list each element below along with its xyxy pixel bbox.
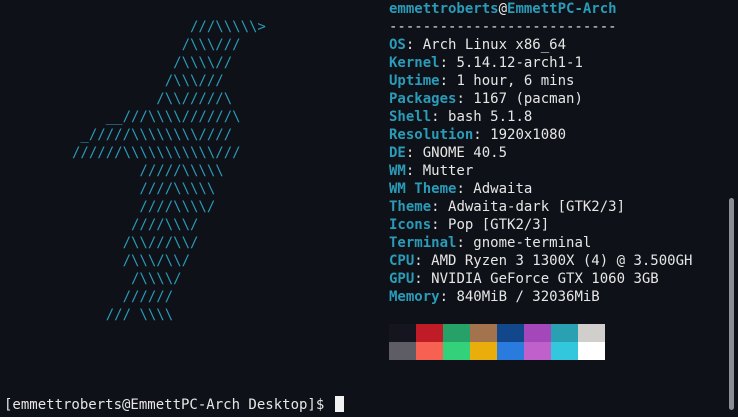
info-colon: : [456, 91, 474, 107]
info-key: Resolution [389, 127, 474, 143]
color-swatch-normal-6 [551, 324, 578, 342]
info-key: OS [389, 37, 406, 53]
info-row-resolution: Resolution: 1920x1080 [389, 126, 692, 144]
info-row-cpu: CPU: AMD Ryzen 3 1300X (4) @ 3.500GH [389, 252, 692, 270]
info-value: Pop [GTK2/3] [448, 217, 550, 233]
info-row-packages: Packages: 1167 (pacman) [389, 90, 692, 108]
info-key: Terminal [389, 235, 457, 251]
at-sign: @ [498, 1, 508, 17]
info-row-theme: Theme: Adwaita-dark [GTK2/3] [389, 198, 692, 216]
info-row-wm: WM: Mutter [389, 162, 692, 180]
info-colon: : [439, 73, 457, 89]
info-colon: : [473, 127, 491, 143]
color-swatch-bright-6 [551, 342, 578, 360]
info-colon: : [414, 253, 432, 269]
color-swatch-normal-2 [443, 324, 470, 342]
info-key: Packages [389, 91, 457, 107]
color-swatch-normal-1 [416, 324, 443, 342]
info-row-wm-theme: WM Theme: Adwaita [389, 180, 692, 198]
info-key: Uptime [389, 73, 440, 89]
info-row-de: DE: GNOME 40.5 [389, 144, 692, 162]
info-colon: : [414, 271, 432, 287]
info-colon: : [456, 235, 474, 251]
info-value: NVIDIA GeForce GTX 1060 3GB [431, 271, 659, 287]
color-swatch-bright-3 [470, 342, 497, 360]
info-value: 5.14.12-arch1-1 [456, 55, 583, 71]
color-swatch-bright-1 [416, 342, 443, 360]
info-value: gnome-terminal [473, 235, 592, 251]
shell-prompt-line[interactable]: [emmettroberts@EmmettPC-Arch Desktop]$ [4, 396, 344, 414]
user-host-header: emmettroberts@EmmettPC-Arch [389, 0, 692, 18]
info-key: DE [389, 145, 406, 161]
info-value: Mutter [422, 163, 474, 179]
info-key: Shell [389, 109, 432, 125]
info-value: Arch Linux x86_64 [422, 37, 567, 53]
info-key: Kernel [389, 55, 440, 71]
info-row-uptime: Uptime: 1 hour, 6 mins [389, 72, 692, 90]
header-separator: --------------------------- [389, 19, 617, 35]
scrollbar-thumb[interactable] [729, 198, 734, 410]
color-swatch-normal-7 [578, 324, 605, 342]
color-swatch-normal-4 [497, 324, 524, 342]
info-value: 1 hour, 6 mins [456, 73, 575, 89]
info-colon: : [431, 109, 449, 125]
info-key: Memory [389, 289, 440, 305]
terminal-window[interactable]: ///\\\\\> /\\\/// /\\\\// /\\\/// /\\///… [0, 0, 738, 417]
info-colon: : [405, 163, 423, 179]
info-row-os: OS: Arch Linux x86_64 [389, 36, 692, 54]
color-swatch-normal-0 [389, 324, 416, 342]
info-value: 840MiB / 32036MiB [456, 289, 600, 305]
info-colon: : [439, 289, 457, 305]
info-value: AMD Ryzen 3 1300X (4) @ 3.500GH [431, 253, 693, 269]
color-swatch-bright-5 [524, 342, 551, 360]
arch-logo-ascii-art: ///\\\\\> /\\\/// /\\\\// /\\\/// /\\///… [72, 19, 266, 323]
palette-normal-row [389, 324, 605, 342]
info-value: Adwaita-dark [GTK2/3] [448, 199, 626, 215]
info-key: Theme [389, 199, 432, 215]
info-colon: : [405, 37, 423, 53]
color-swatch-normal-5 [524, 324, 551, 342]
shell-prompt: [emmettroberts@EmmettPC-Arch Desktop]$ [4, 397, 333, 413]
info-colon: : [456, 181, 474, 197]
info-value: GNOME 40.5 [422, 145, 508, 161]
hostname: EmmettPC-Arch [507, 1, 617, 17]
info-row-kernel: Kernel: 5.14.12-arch1-1 [389, 54, 692, 72]
info-value: bash 5.1.8 [448, 109, 533, 125]
info-key: GPU [389, 271, 415, 287]
info-row-icons: Icons: Pop [GTK2/3] [389, 216, 692, 234]
color-swatch-normal-3 [470, 324, 497, 342]
info-value: 1920x1080 [490, 127, 567, 143]
color-swatch-bright-7 [578, 342, 605, 360]
username: emmettroberts [389, 1, 499, 17]
info-row-shell: Shell: bash 5.1.8 [389, 108, 692, 126]
info-value: 1167 (pacman) [473, 91, 583, 107]
color-swatch-bright-2 [443, 342, 470, 360]
info-colon: : [405, 145, 423, 161]
info-row-memory: Memory: 840MiB / 32036MiB [389, 288, 692, 306]
color-palette [389, 324, 605, 360]
info-value: Adwaita [473, 181, 533, 197]
info-key: WM [389, 163, 406, 179]
info-colon: : [431, 199, 449, 215]
info-row-gpu: GPU: NVIDIA GeForce GTX 1060 3GB [389, 270, 692, 288]
color-swatch-bright-0 [389, 342, 416, 360]
system-info-panel: emmettroberts@EmmettPC-Arch ------------… [389, 0, 692, 306]
text-cursor [334, 396, 344, 412]
color-swatch-bright-4 [497, 342, 524, 360]
info-key: WM Theme [389, 181, 457, 197]
info-key: Icons [389, 217, 432, 233]
palette-bright-row [389, 342, 605, 360]
info-colon: : [439, 55, 457, 71]
info-row-terminal: Terminal: gnome-terminal [389, 234, 692, 252]
info-colon: : [431, 217, 449, 233]
info-key: CPU [389, 253, 415, 269]
